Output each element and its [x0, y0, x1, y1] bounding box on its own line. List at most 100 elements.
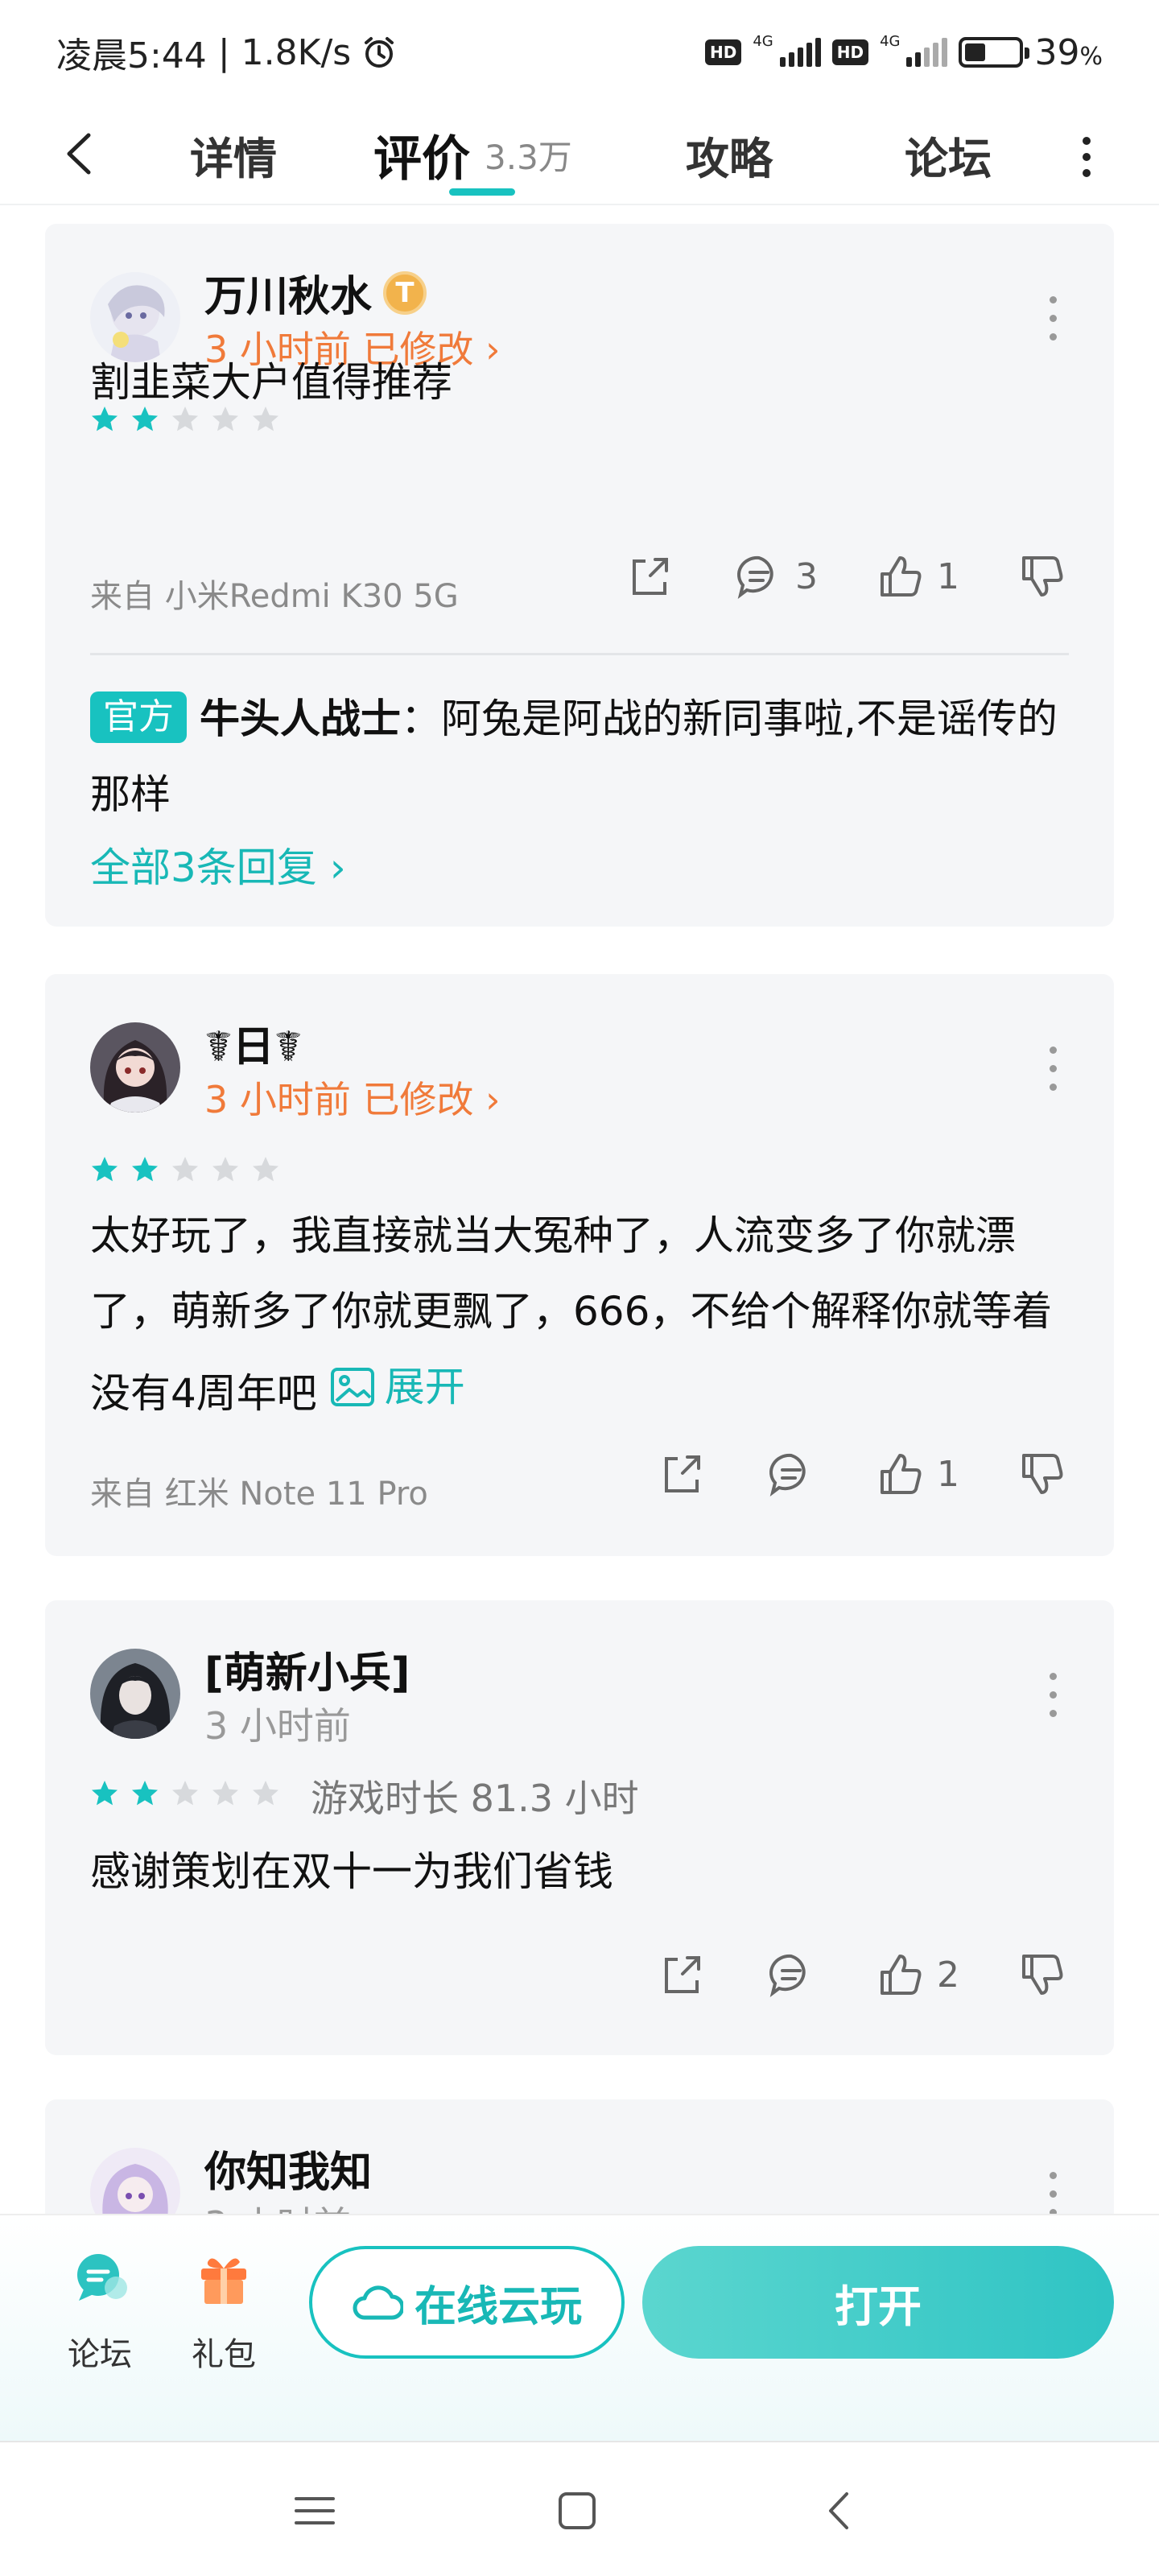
- tab-details[interactable]: 详情: [190, 105, 277, 205]
- review-text: 感谢策划在双十一为我们省钱: [90, 1848, 613, 1895]
- thumbs-up-icon: [881, 556, 922, 597]
- network-type: 4G: [880, 32, 901, 50]
- comment-icon: [737, 555, 773, 599]
- cloud-icon: [353, 2285, 403, 2320]
- hd-badge: HD: [704, 39, 742, 65]
- thumbs-up-icon: [881, 1454, 922, 1494]
- share-button[interactable]: [655, 1447, 708, 1501]
- review-more-icon[interactable]: [1045, 1046, 1061, 1091]
- device-label: 来自 红米 Note 11 Pro: [90, 1476, 428, 1513]
- comment-icon: [769, 1453, 806, 1496]
- battery-icon: [959, 37, 1030, 68]
- cloud-play-button[interactable]: 在线云玩: [309, 2246, 625, 2359]
- dislike-button[interactable]: [1016, 1948, 1069, 2001]
- comment-button[interactable]: [765, 1447, 818, 1501]
- rating-stars: [90, 1155, 280, 1184]
- review-card: ☤日☤ 3 小时前 已修改 › 太好玩了，我直接就当大冤种了，人流变多了你就漂了…: [45, 974, 1114, 1556]
- review-meta: 3 小时前: [204, 1704, 351, 1748]
- reply-author: 牛头人战士: [200, 696, 401, 742]
- official-reply[interactable]: 官方 牛头人战士：阿兔是阿战的新同事啦,不是谣传的那样: [90, 681, 1069, 832]
- comment-icon: [769, 1954, 806, 1997]
- star-filled-icon: [92, 1781, 118, 1806]
- comment-button[interactable]: 3: [732, 550, 818, 603]
- official-badge: 官方: [90, 691, 187, 743]
- share-icon: [665, 1455, 700, 1492]
- star-empty-icon: [253, 1157, 278, 1182]
- share-button[interactable]: [655, 1948, 708, 2001]
- network-speed: 1.8K/s: [241, 31, 352, 73]
- star-filled-icon: [132, 1781, 158, 1806]
- back-icon[interactable]: [811, 2483, 868, 2539]
- like-count: 1: [937, 1453, 959, 1495]
- open-game-button[interactable]: 打开: [642, 2246, 1114, 2359]
- bottom-action-bar: 论坛 礼包 在线云玩 打开: [0, 2214, 1159, 2441]
- hd-badge: HD: [831, 39, 869, 65]
- like-count: 2: [937, 1954, 959, 1996]
- expand-button[interactable]: 展开: [330, 1349, 465, 1425]
- thumbs-down-icon: [1022, 1955, 1063, 1995]
- more-options-icon[interactable]: [1062, 129, 1111, 185]
- tab-forum[interactable]: 论坛: [905, 105, 992, 205]
- all-replies-link[interactable]: 全部3条回复 ›: [90, 836, 346, 894]
- user-level-badge: T: [383, 270, 427, 315]
- share-icon: [633, 558, 668, 595]
- share-icon: [665, 1956, 700, 1993]
- tab-guides[interactable]: 攻略: [686, 105, 773, 205]
- divider: [90, 653, 1069, 655]
- playtime-label: 游戏时长 81.3 小时: [311, 1777, 639, 1820]
- like-button[interactable]: 1: [874, 1447, 959, 1501]
- comment-button[interactable]: [765, 1948, 818, 2001]
- review-count: 3.3万: [485, 138, 572, 177]
- review-text: 太好玩了，我直接就当大冤种了，人流变多了你就漂了，萌新多了你就更飘了，666，不…: [90, 1198, 1069, 1431]
- username[interactable]: 你知我知: [204, 2138, 372, 2198]
- review-more-icon[interactable]: [1045, 296, 1061, 341]
- star-empty-icon: [172, 1157, 198, 1182]
- alarm-icon: [365, 37, 394, 68]
- device-label: 来自 小米Redmi K30 5G: [90, 578, 459, 615]
- review-card: 万川秋水 T 3 小时前 已修改 › 割韭菜大户值得推荐 来自 小米Redmi …: [45, 224, 1114, 927]
- like-button[interactable]: 1: [874, 550, 959, 603]
- home-icon[interactable]: [549, 2483, 605, 2539]
- review-more-icon[interactable]: [1045, 2172, 1061, 2216]
- review-more-icon[interactable]: [1045, 1673, 1061, 1717]
- image-icon: [330, 1368, 374, 1406]
- comment-count: 3: [795, 555, 818, 597]
- network-type: 4G: [753, 32, 773, 50]
- share-button[interactable]: [623, 550, 676, 603]
- thumbs-down-icon: [1022, 556, 1063, 597]
- forum-label: 论坛: [68, 2336, 132, 2373]
- forum-button[interactable]: 论坛: [52, 2248, 148, 2375]
- status-time: 凌晨5:44: [56, 35, 207, 76]
- dislike-button[interactable]: [1016, 550, 1069, 603]
- battery-percent: 39: [1034, 31, 1080, 73]
- avatar[interactable]: [90, 1022, 180, 1113]
- username[interactable]: [萌新小兵]: [204, 1639, 410, 1699]
- signal-icon: [906, 38, 948, 67]
- dislike-button[interactable]: [1016, 1447, 1069, 1501]
- username[interactable]: 万川秋水: [204, 262, 372, 323]
- signal-icon: [779, 38, 821, 67]
- thumbs-down-icon: [1022, 1454, 1063, 1494]
- gift-button[interactable]: 礼包: [175, 2248, 272, 2375]
- forum-icon: [77, 2254, 127, 2301]
- username[interactable]: ☤日☤: [204, 1013, 303, 1073]
- top-nav: 详情 评价 3.3万 攻略 论坛: [0, 105, 1159, 205]
- like-count: 1: [937, 555, 959, 597]
- gift-icon: [201, 2258, 246, 2304]
- back-arrow-icon[interactable]: [53, 126, 109, 182]
- review-card: [萌新小兵] 3 小时前 游戏时长 81.3 小时 感谢策划在双十一为我们省钱 …: [45, 1600, 1114, 2055]
- star-empty-icon: [212, 1157, 238, 1182]
- star-filled-icon: [92, 1157, 118, 1182]
- like-button[interactable]: 2: [874, 1948, 959, 2001]
- star-empty-icon: [172, 1781, 198, 1806]
- active-tab-indicator: [449, 188, 515, 196]
- status-bar: 凌晨5:44 | 1.8K/s HD 4G HD 4G 39%: [0, 0, 1159, 105]
- star-filled-icon: [132, 1157, 158, 1182]
- menu-icon[interactable]: [287, 2483, 343, 2539]
- system-navigation-bar: [0, 2441, 1159, 2576]
- review-meta[interactable]: 3 小时前 已修改 ›: [204, 1071, 501, 1124]
- star-empty-icon: [212, 1781, 238, 1806]
- avatar[interactable]: [90, 1649, 180, 1739]
- star-empty-icon: [253, 1781, 278, 1806]
- gift-label: 礼包: [192, 2336, 256, 2373]
